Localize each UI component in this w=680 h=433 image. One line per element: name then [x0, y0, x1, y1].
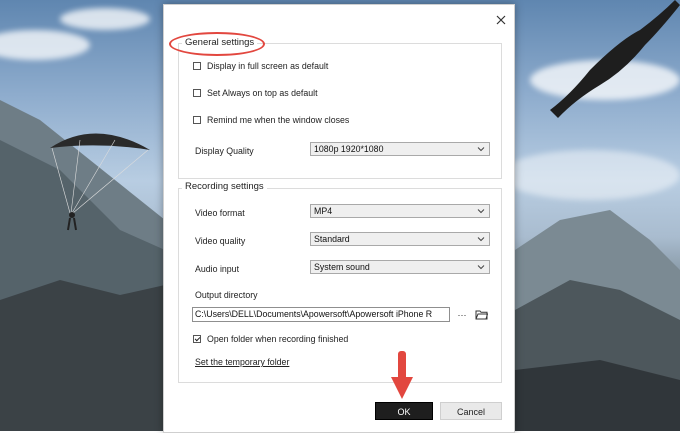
display-quality-value: 1080p 1920*1080: [314, 144, 384, 154]
display-quality-select[interactable]: 1080p 1920*1080: [310, 142, 490, 156]
ok-button[interactable]: OK: [375, 402, 433, 420]
remind-close-option[interactable]: Remind me when the window closes: [193, 115, 349, 125]
always-on-top-option[interactable]: Set Always on top as default: [193, 88, 318, 98]
chevron-down-icon: [477, 147, 485, 152]
video-format-value: MP4: [314, 206, 333, 216]
audio-input-select[interactable]: System sound: [310, 260, 490, 274]
skydiver-image: [550, 0, 680, 118]
full-screen-option[interactable]: Display in full screen as default: [193, 61, 328, 71]
cancel-button[interactable]: Cancel: [440, 402, 502, 420]
always-on-top-label: Set Always on top as default: [207, 88, 318, 98]
chevron-down-icon: [477, 209, 485, 214]
audio-input-label: Audio input: [195, 264, 240, 274]
open-folder-checkbox[interactable]: [193, 335, 201, 343]
video-format-label: Video format: [195, 208, 245, 218]
chevron-down-icon: [477, 265, 485, 270]
audio-input-value: System sound: [314, 262, 370, 272]
open-folder-label: Open folder when recording finished: [207, 334, 349, 344]
settings-dialog: General settings Display in full screen …: [163, 4, 515, 433]
temporary-folder-link[interactable]: Set the temporary folder: [195, 357, 289, 367]
output-directory-field[interactable]: C:\Users\DELL\Documents\Apowersoft\Apowe…: [192, 307, 450, 322]
full-screen-checkbox[interactable]: [193, 62, 201, 70]
recording-settings-title: Recording settings: [182, 181, 267, 192]
open-folder-option[interactable]: Open folder when recording finished: [193, 334, 348, 344]
open-folder-button[interactable]: [473, 307, 489, 322]
parachute-image: [50, 133, 150, 231]
video-quality-label: Video quality: [195, 236, 246, 246]
remind-close-label: Remind me when the window closes: [207, 115, 350, 125]
browse-more-button[interactable]: ···: [454, 307, 470, 322]
general-settings-title: General settings: [182, 37, 258, 48]
output-directory-label: Output directory: [195, 290, 258, 300]
video-quality-select[interactable]: Standard: [310, 232, 490, 246]
always-on-top-checkbox[interactable]: [193, 89, 201, 97]
full-screen-label: Display in full screen as default: [207, 61, 329, 71]
remind-close-checkbox[interactable]: [193, 116, 201, 124]
close-icon[interactable]: [494, 13, 508, 27]
video-format-select[interactable]: MP4: [310, 204, 490, 218]
display-quality-label: Display Quality: [195, 146, 254, 156]
folder-icon: [475, 310, 488, 320]
chevron-down-icon: [477, 237, 485, 242]
video-quality-value: Standard: [314, 234, 350, 244]
